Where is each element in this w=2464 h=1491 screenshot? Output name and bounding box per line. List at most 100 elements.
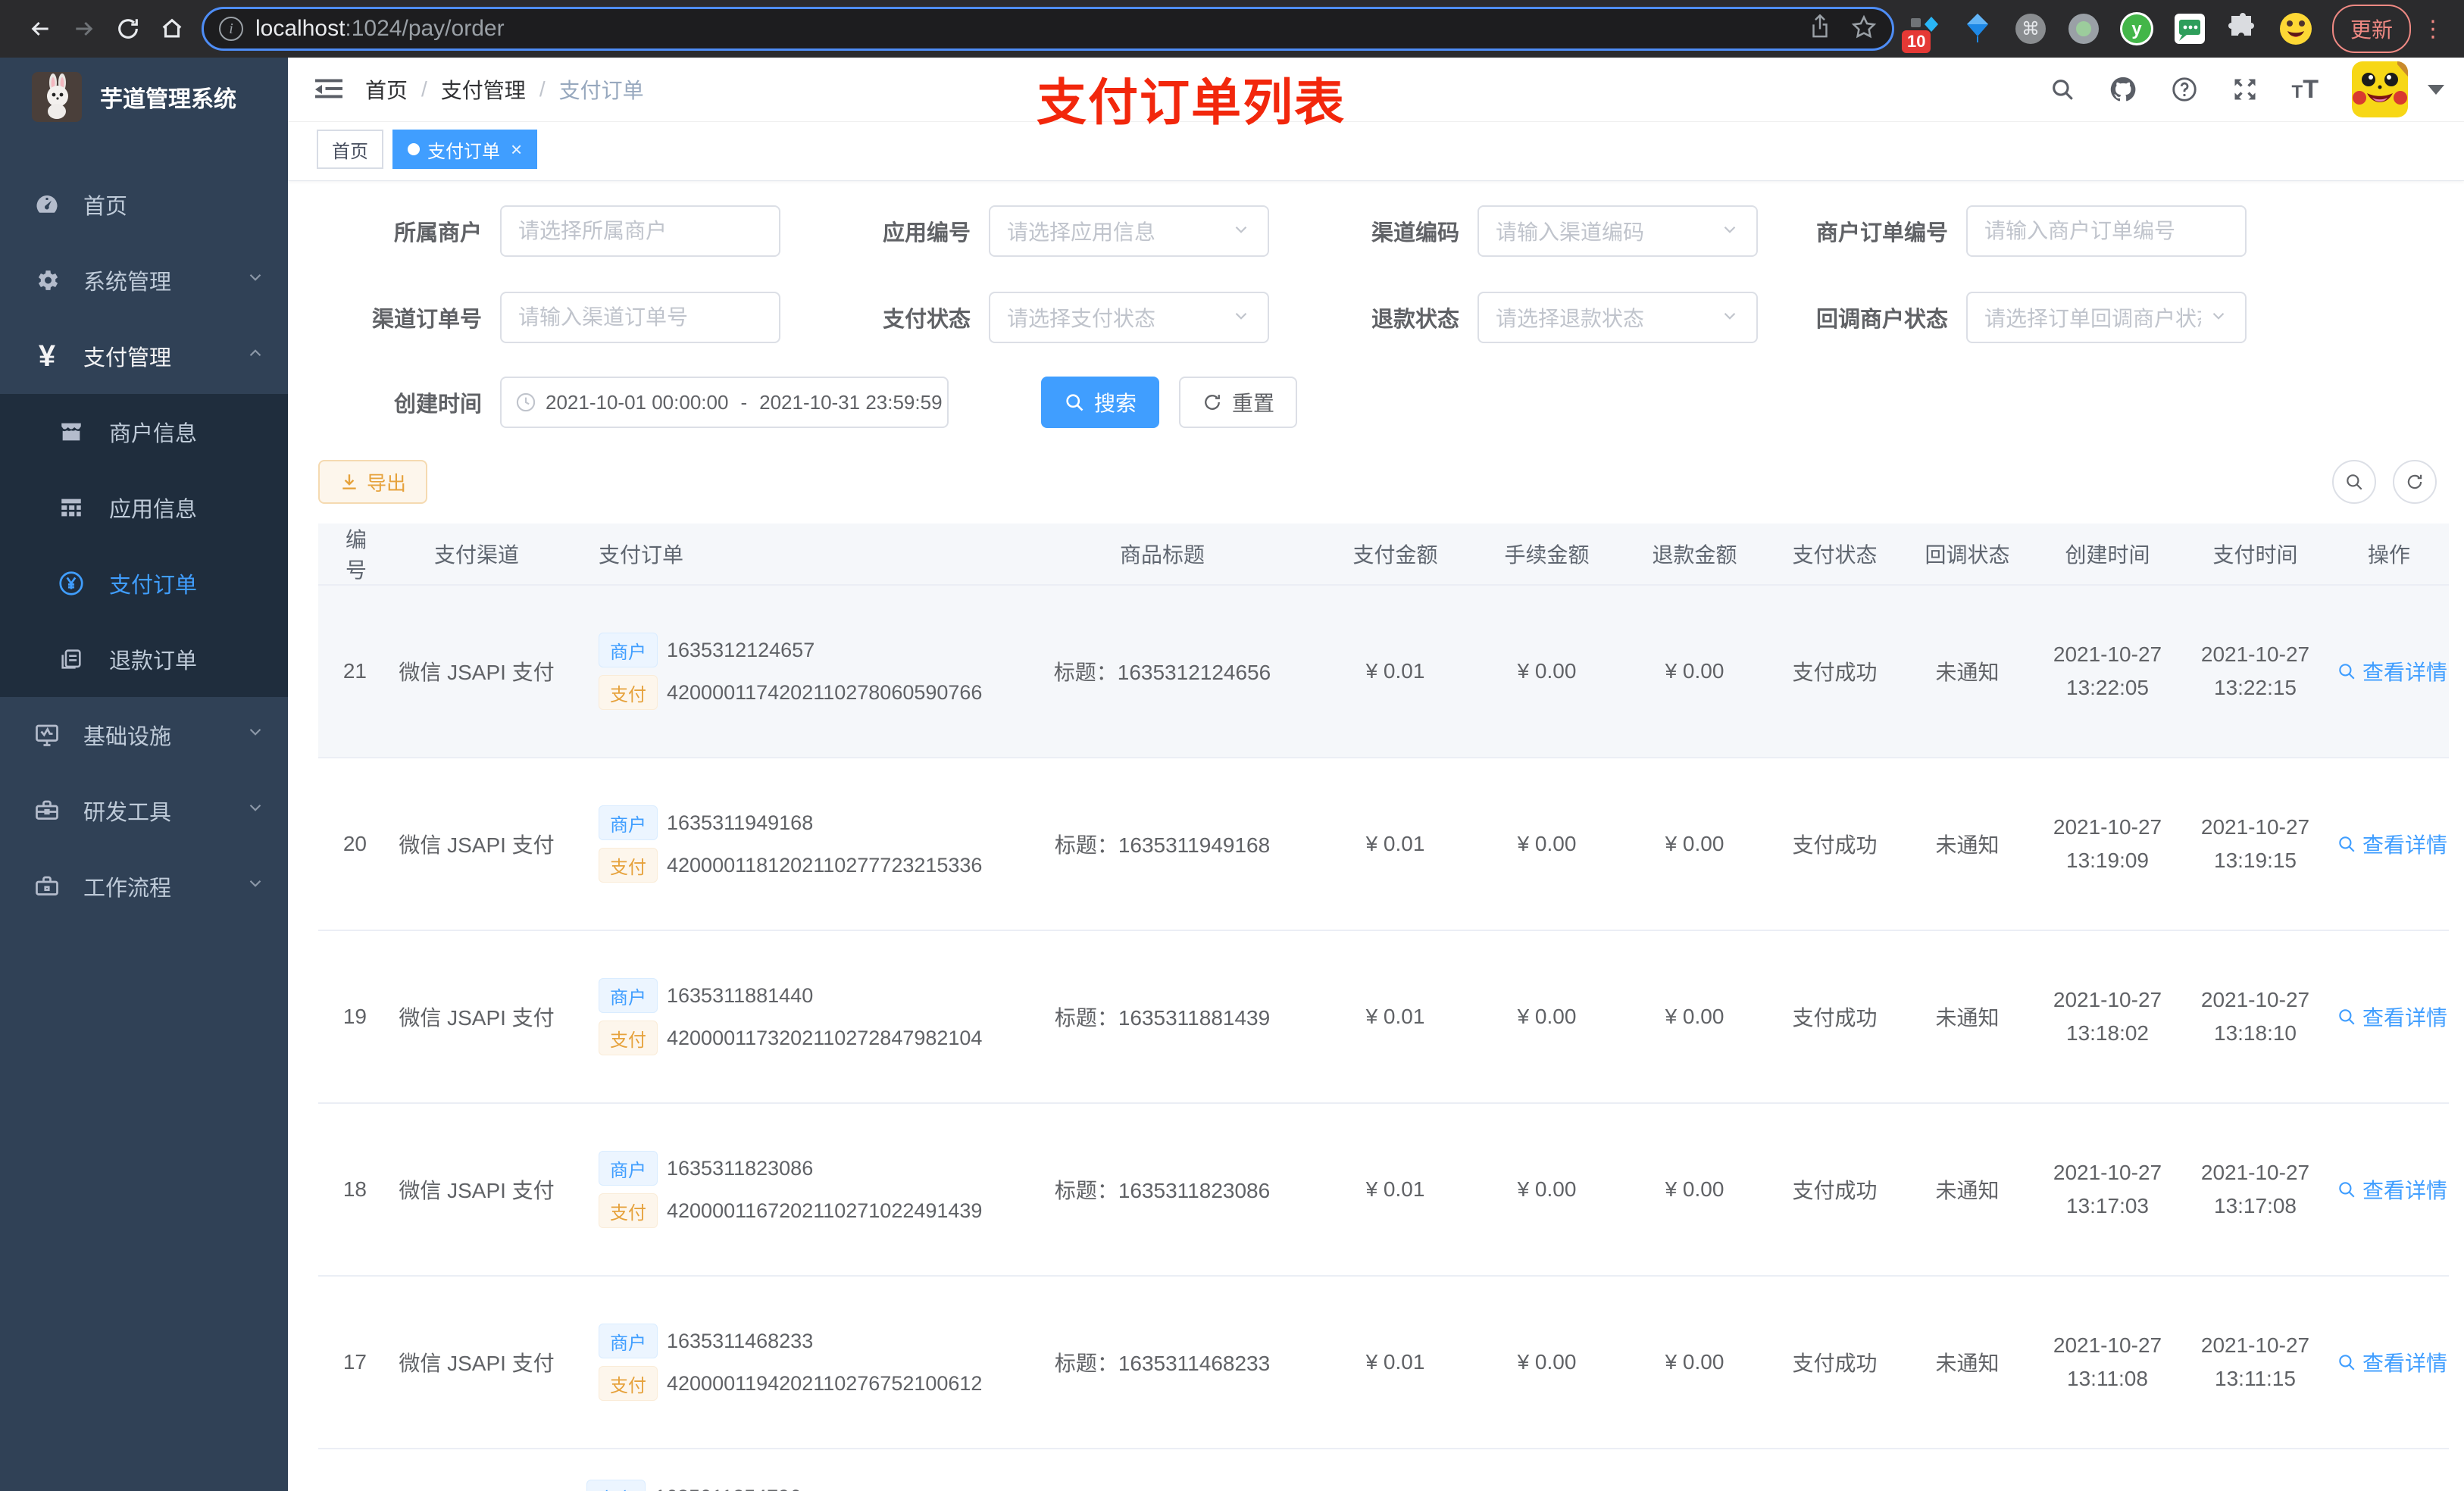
create-time-range-picker[interactable]: 2021-10-01 00:00:00 - 2021-10-31 23:59:5… (500, 377, 949, 429)
filter-label: 支付状态 (882, 308, 971, 333)
channel-order-no-input[interactable] (500, 292, 780, 344)
extension-chat-icon[interactable] (2172, 11, 2208, 47)
channel-code-select[interactable]: 请输入渠道编码 (1477, 205, 1758, 258)
sidebar-item-system[interactable]: 系统管理 (0, 242, 288, 318)
sidebar-item-dev-tools[interactable]: 研发工具 (0, 773, 288, 849)
sidebar-item-merchant-info[interactable]: 商户信息 (0, 394, 288, 470)
font-size-icon[interactable]: TT (2292, 75, 2319, 105)
sidebar-fold-icon[interactable] (315, 78, 342, 101)
pay-status-select[interactable]: 请选择支付状态 (989, 292, 1269, 344)
sidebar-item-workflow[interactable]: 工作流程 (0, 849, 288, 924)
breadcrumb-home[interactable]: 首页 (365, 74, 408, 105)
merchant-order-no-input[interactable] (1966, 205, 2247, 258)
browser-update-button[interactable]: 更新 (2331, 5, 2411, 53)
sidebar-item-label: 研发工具 (83, 801, 172, 825)
view-detail-link[interactable]: 查看详情 (2337, 1174, 2447, 1205)
bookmark-star-icon[interactable] (1851, 14, 1877, 44)
browser-home-icon[interactable] (150, 7, 194, 51)
help-icon[interactable] (2171, 76, 2198, 103)
sidebar-item-label: 首页 (83, 195, 128, 219)
sidebar-item-label: 商户信息 (109, 422, 198, 446)
gear-icon (32, 267, 62, 294)
extension-recorder-icon[interactable] (2065, 11, 2102, 47)
col-id: 编号 (318, 524, 367, 586)
document-icon (56, 646, 86, 672)
shop-icon (56, 419, 86, 445)
breadcrumb-payment[interactable]: 支付管理 (441, 74, 526, 105)
sidebar-item-pay-order[interactable]: 支付订单 (0, 545, 288, 621)
page-content: 所属商户 应用编号 请选择应用信息 渠道编码 请输入渠道编码 (288, 181, 2464, 1491)
share-icon[interactable] (1809, 13, 1831, 44)
view-detail-link[interactable]: 查看详情 (2337, 829, 2447, 859)
merchant-input-field[interactable] (518, 219, 762, 244)
chevron-down-icon (245, 722, 265, 748)
chevron-down-icon (1231, 220, 1251, 243)
callback-status-select[interactable]: 请选择订单回调商户状态 (1966, 292, 2247, 344)
app-logo: 芋道管理系统 (0, 58, 288, 136)
url-bar[interactable]: i localhost:1024/pay/order (202, 7, 1894, 51)
avatar[interactable] (2352, 61, 2408, 118)
extension-emoji-icon[interactable] (2278, 11, 2314, 47)
view-detail-link[interactable]: 查看详情 (2337, 656, 2447, 686)
show-search-toggle-button[interactable] (2332, 460, 2376, 505)
browser-reload-icon[interactable] (106, 7, 150, 51)
tab-close-icon[interactable]: × (511, 138, 522, 161)
chevron-down-icon (245, 798, 265, 824)
svg-text:y: y (2131, 19, 2142, 39)
browser-back-icon[interactable] (18, 7, 62, 51)
tab-pay-order[interactable]: 支付订单 × (392, 130, 538, 170)
github-icon[interactable] (2109, 75, 2137, 104)
sidebar-item-refund-order[interactable]: 退款订单 (0, 621, 288, 697)
col-status: 支付状态 (1768, 524, 1901, 586)
channel-order-no-field[interactable] (518, 305, 762, 330)
payment-submenu: 商户信息 应用信息 支付订单 退款订单 (0, 394, 288, 697)
dashboard-icon (32, 191, 62, 218)
reset-button[interactable]: 重置 (1179, 377, 1298, 429)
view-detail-link[interactable]: 查看详情 (2337, 1347, 2447, 1377)
site-info-icon[interactable]: i (219, 17, 243, 41)
logo-image (32, 72, 82, 122)
col-notify: 回调状态 (1901, 524, 2034, 586)
sidebar-item-payment[interactable]: ¥ 支付管理 (0, 318, 288, 394)
avatar-caret-icon[interactable] (2428, 84, 2444, 95)
chevron-up-icon (245, 343, 265, 369)
sidebar-item-label: 基础设施 (83, 725, 172, 749)
extension-command-icon[interactable]: ⌘ (2012, 11, 2049, 47)
yen-icon: ¥ (38, 339, 56, 373)
browser-menu-icon[interactable]: ⋮ (2416, 16, 2450, 42)
browser-forward-icon[interactable] (62, 7, 106, 51)
refresh-table-button[interactable] (2393, 460, 2437, 505)
sidebar-item-infrastructure[interactable]: 基础设施 (0, 697, 288, 773)
toolbox-icon (32, 797, 62, 824)
sidebar-item-app-info[interactable]: 应用信息 (0, 470, 288, 545)
chevron-down-icon (2209, 306, 2228, 330)
merchant-tag: 商户 (599, 978, 658, 1014)
tab-home[interactable]: 首页 (317, 130, 383, 170)
chevron-down-icon (1720, 306, 1740, 330)
yen-circle-icon (56, 570, 86, 597)
export-button[interactable]: 导出 (318, 460, 428, 505)
merchant-input[interactable] (500, 205, 780, 258)
header-search-icon[interactable] (2050, 77, 2075, 102)
merchant-tag: 商户 (599, 805, 658, 841)
col-pay-time: 支付时间 (2181, 524, 2329, 586)
table-row: 19 微信 JSAPI 支付 商户 1635311881440 支付 4200001… (318, 930, 2449, 1105)
view-detail-link[interactable]: 查看详情 (2337, 1002, 2447, 1032)
extension-tabs-icon[interactable]: 10 (1901, 11, 1943, 53)
filter-label: 退款状态 (1371, 308, 1459, 333)
merchant-order-no-field[interactable] (1984, 219, 2228, 244)
extension-kite-icon[interactable] (1959, 11, 1996, 47)
table-header-row: 编号 支付渠道 支付订单 商品标题 支付金额 手续金额 退款金额 支付状态 回调… (318, 524, 2449, 586)
search-button[interactable]: 搜索 (1041, 377, 1160, 429)
app-select[interactable]: 请选择应用信息 (989, 205, 1269, 258)
pay-order-table: 编号 支付渠道 支付订单 商品标题 支付金额 手续金额 退款金额 支付状态 回调… (318, 524, 2449, 1491)
top-navbar: 首页 / 支付管理 / 支付订单 支付订单列表 TT (288, 58, 2464, 130)
tab-label: 支付订单 (427, 141, 500, 162)
extension-y-icon[interactable]: y (2118, 11, 2155, 47)
sidebar-item-home[interactable]: 首页 (0, 167, 288, 242)
chevron-down-icon (245, 267, 265, 293)
refund-status-select[interactable]: 请选择退款状态 (1477, 292, 1758, 344)
table-row-partial: 商户 1635011254796 (318, 1449, 2449, 1491)
fullscreen-icon[interactable] (2231, 76, 2259, 103)
extensions-puzzle-icon[interactable] (2225, 11, 2261, 47)
